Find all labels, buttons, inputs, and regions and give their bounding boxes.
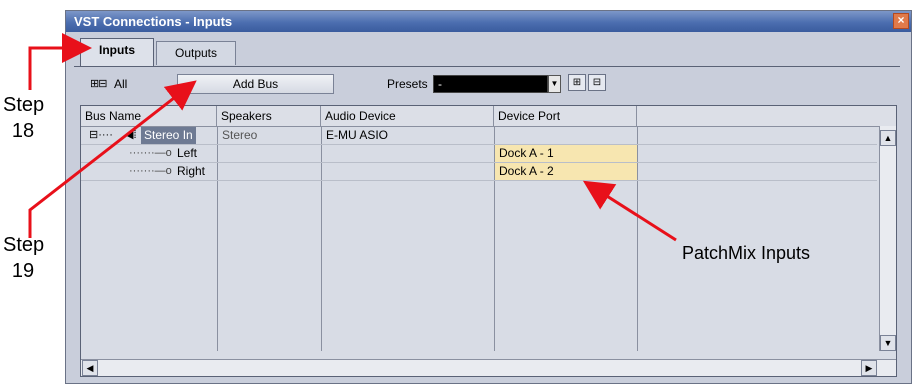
patchmix-arrow [582,180,677,242]
step-18-arrow [28,33,92,90]
annotation-arrows [28,33,677,242]
step-19-arrow [28,80,197,238]
